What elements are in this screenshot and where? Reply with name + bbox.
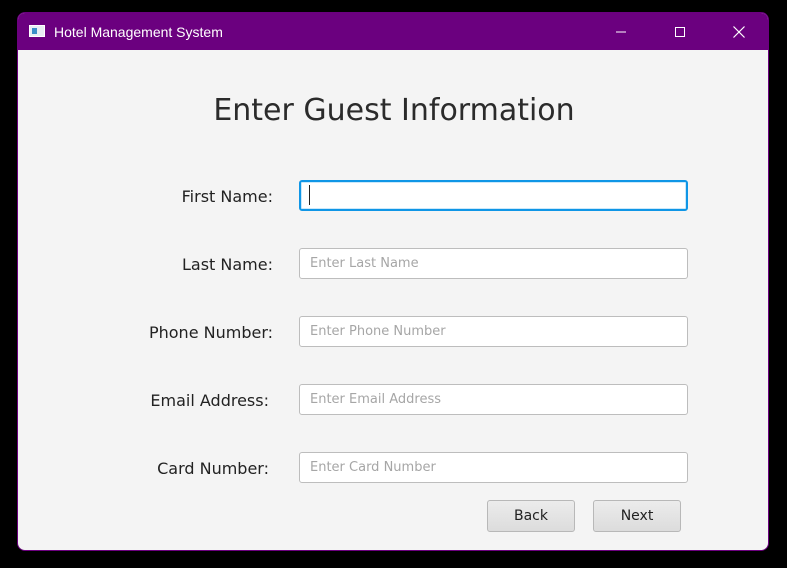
maximize-button[interactable] bbox=[657, 13, 703, 50]
text-cursor bbox=[309, 185, 310, 205]
phone-number-input[interactable] bbox=[299, 316, 688, 347]
card-number-input[interactable] bbox=[299, 452, 688, 483]
page-heading: Enter Guest Information bbox=[213, 93, 575, 128]
close-button[interactable] bbox=[716, 13, 762, 50]
phone-number-label: Phone Number: bbox=[148, 323, 273, 342]
first-name-label: First Name: bbox=[181, 187, 273, 206]
card-number-label: Card Number: bbox=[157, 459, 269, 478]
title-bar[interactable]: Hotel Management System bbox=[18, 13, 768, 50]
minimize-button[interactable] bbox=[598, 13, 644, 50]
close-icon bbox=[733, 25, 745, 38]
app-window-icon bbox=[29, 25, 45, 37]
minimize-icon bbox=[616, 31, 626, 32]
first-name-input[interactable] bbox=[299, 180, 688, 211]
email-address-label: Email Address: bbox=[150, 391, 269, 410]
email-address-input[interactable] bbox=[299, 384, 688, 415]
next-button[interactable]: Next bbox=[593, 500, 681, 532]
window-title: Hotel Management System bbox=[54, 24, 223, 40]
maximize-icon bbox=[675, 26, 685, 37]
last-name-input[interactable] bbox=[299, 248, 688, 279]
last-name-label: Last Name: bbox=[181, 255, 273, 274]
app-window: Hotel Management System Enter Guest Info… bbox=[17, 12, 769, 551]
back-button[interactable]: Back bbox=[487, 500, 575, 532]
